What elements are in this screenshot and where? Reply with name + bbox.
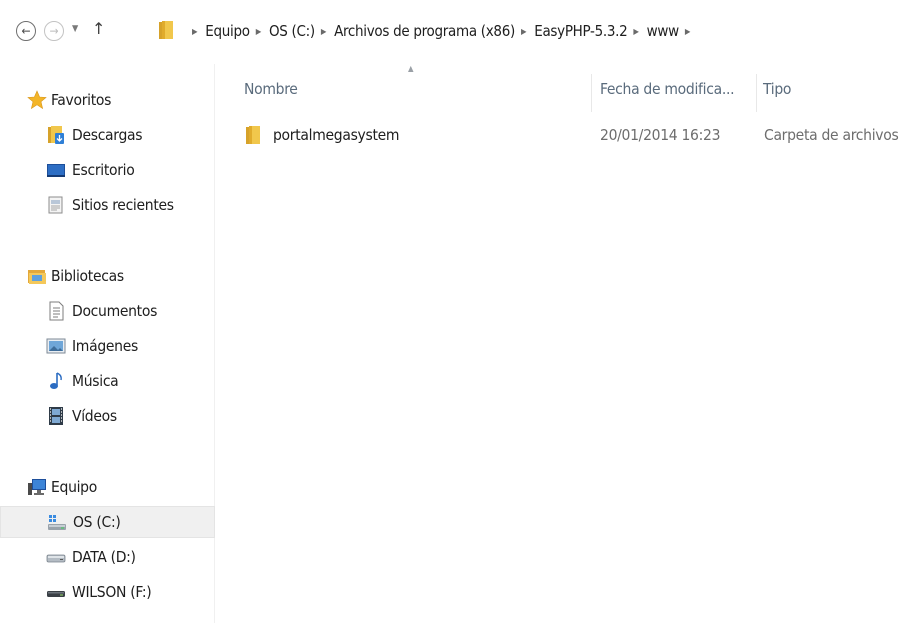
column-header-name-label: Nombre — [244, 80, 298, 98]
recent-places-icon — [48, 196, 63, 214]
sidebar-item-label: Descargas — [72, 126, 143, 144]
up-button[interactable]: ↑ — [92, 19, 105, 38]
sidebar-item-label: WILSON (F:) — [72, 583, 152, 601]
breadcrumb: ▶ Equipo ▶ OS (C:) ▶ Archivos de program… — [186, 20, 698, 42]
sidebar-item-os-c[interactable]: OS (C:) — [0, 506, 215, 538]
address-toolbar: ← → ▼ ↑ ▶ Equipo ▶ OS (C:) ▶ Archivos de… — [0, 0, 909, 64]
star-icon — [27, 90, 47, 110]
breadcrumb-separator-icon[interactable]: ▶ — [633, 27, 639, 36]
computer-icon — [28, 479, 46, 495]
navigation-pane: Favoritos Descargas Escritorio Sitios re… — [0, 64, 215, 623]
forward-button[interactable]: → — [44, 21, 64, 41]
system-drive-icon — [48, 515, 66, 530]
breadcrumb-separator-icon[interactable]: ▶ — [321, 27, 327, 36]
sidebar-item-wilson-f[interactable]: WILSON (F:) — [0, 576, 215, 608]
sidebar-item-documentos[interactable]: Documentos — [0, 295, 215, 327]
sidebar-item-label: OS (C:) — [73, 513, 121, 531]
sidebar-item-data-d[interactable]: DATA (D:) — [0, 541, 215, 573]
sidebar-item-imagenes[interactable]: Imágenes — [0, 330, 215, 362]
folder-icon — [246, 126, 260, 144]
desktop-icon — [47, 164, 65, 177]
forward-arrow-icon: → — [49, 24, 59, 38]
breadcrumb-separator-icon[interactable]: ▶ — [685, 27, 691, 36]
breadcrumb-os-c[interactable]: OS (C:) — [269, 22, 315, 40]
sidebar-item-escritorio[interactable]: Escritorio — [0, 154, 215, 186]
file-list: Nombre ▲ Fecha de modifica... Tipo porta… — [216, 64, 909, 623]
sidebar-item-favoritos[interactable]: Favoritos — [0, 84, 215, 116]
breadcrumb-separator-icon[interactable]: ▶ — [256, 27, 262, 36]
downloads-folder-icon — [48, 126, 64, 144]
table-row[interactable]: portalmegasystem 20/01/2014 16:23 Carpet… — [216, 120, 909, 150]
sidebar-item-label: Imágenes — [72, 337, 138, 355]
recent-locations-button[interactable]: ▼ — [72, 24, 78, 34]
sidebar-item-label: Documentos — [72, 302, 158, 320]
breadcrumb-easyphp[interactable]: EasyPHP-5.3.2 — [534, 22, 628, 40]
sidebar-item-label: Música — [72, 372, 119, 390]
column-header-name[interactable]: Nombre ▲ — [216, 64, 591, 114]
sidebar-item-label: Sitios recientes — [72, 196, 174, 214]
breadcrumb-separator-icon[interactable]: ▶ — [192, 27, 198, 36]
breadcrumb-equipo[interactable]: Equipo — [205, 22, 250, 40]
column-header-date-label: Fecha de modifica... — [600, 80, 735, 98]
sidebar-item-label: Favoritos — [51, 91, 112, 109]
sidebar-item-bibliotecas[interactable]: Bibliotecas — [0, 260, 215, 292]
documents-icon — [49, 301, 64, 321]
column-header-type[interactable]: Tipo — [757, 64, 909, 114]
sidebar-item-sitios-recientes[interactable]: Sitios recientes — [0, 189, 215, 221]
sidebar-item-label: Bibliotecas — [51, 267, 124, 285]
sort-ascending-icon: ▲ — [408, 64, 414, 73]
file-name: portalmegasystem — [273, 126, 400, 144]
pictures-icon — [46, 338, 66, 354]
sidebar-item-equipo[interactable]: Equipo — [0, 471, 215, 503]
back-arrow-icon: ← — [21, 24, 31, 38]
sidebar-item-label: Vídeos — [72, 407, 117, 425]
videos-icon — [49, 407, 63, 425]
sidebar-item-label: Escritorio — [72, 161, 135, 179]
column-header-date[interactable]: Fecha de modifica... — [592, 64, 756, 114]
libraries-icon — [28, 270, 46, 284]
drive-icon — [46, 554, 66, 563]
removable-drive-icon — [47, 591, 65, 597]
music-icon — [50, 372, 62, 389]
sidebar-item-label: Equipo — [51, 478, 97, 496]
address-folder-icon — [159, 21, 173, 39]
sidebar-item-descargas[interactable]: Descargas — [0, 119, 215, 151]
back-button[interactable]: ← — [16, 21, 36, 41]
sidebar-item-musica[interactable]: Música — [0, 365, 215, 397]
breadcrumb-separator-icon[interactable]: ▶ — [521, 27, 527, 36]
breadcrumb-www[interactable]: www — [647, 22, 680, 40]
breadcrumb-program-files[interactable]: Archivos de programa (x86) — [334, 22, 515, 40]
column-header-type-label: Tipo — [763, 80, 792, 98]
sidebar-item-label: DATA (D:) — [72, 548, 136, 566]
file-date: 20/01/2014 16:23 — [600, 126, 721, 144]
file-type: Carpeta de archivos — [764, 126, 899, 144]
sidebar-item-videos[interactable]: Vídeos — [0, 400, 215, 432]
